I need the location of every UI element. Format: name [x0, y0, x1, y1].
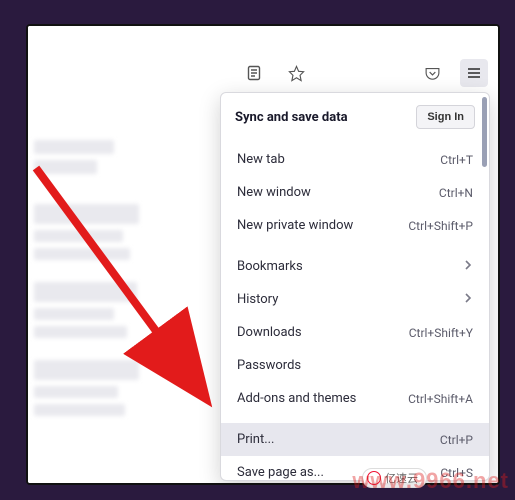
browser-toolbar — [28, 56, 498, 90]
menu-item-shortcut: Ctrl+N — [439, 186, 473, 200]
menu-item-label: Save page as... — [237, 465, 324, 480]
menu-item-addons[interactable]: Add-ons and themes Ctrl+Shift+A — [221, 382, 489, 415]
menu-item-label: History — [237, 292, 278, 307]
menu-item-passwords[interactable]: Passwords — [221, 349, 489, 382]
menu-item-shortcut: Ctrl+T — [440, 153, 473, 167]
menu-item-new-private-window[interactable]: New private window Ctrl+Shift+P — [221, 209, 489, 242]
hamburger-menu-icon[interactable] — [460, 59, 488, 87]
application-menu: Sync and save data Sign In New tab Ctrl+… — [220, 92, 490, 481]
star-icon[interactable] — [282, 59, 310, 87]
chevron-right-icon — [463, 292, 473, 307]
menu-item-label: Passwords — [237, 358, 301, 373]
menu-item-shortcut: Ctrl+Shift+Y — [409, 326, 473, 340]
menu-item-label: New tab — [237, 152, 285, 167]
menu-item-shortcut: Ctrl+Shift+P — [408, 219, 473, 233]
browser-window: Sync and save data Sign In New tab Ctrl+… — [26, 24, 500, 485]
pocket-icon[interactable] — [418, 59, 446, 87]
menu-item-shortcut: Ctrl+P — [440, 433, 473, 447]
menu-item-print[interactable]: Print... Ctrl+P — [221, 423, 489, 456]
menu-item-shortcut: Ctrl+Shift+A — [408, 392, 473, 406]
menu-item-label: New private window — [237, 218, 353, 233]
chevron-right-icon — [463, 259, 473, 274]
menu-item-new-tab[interactable]: New tab Ctrl+T — [221, 143, 489, 176]
sign-in-button[interactable]: Sign In — [416, 105, 475, 129]
menu-item-new-window[interactable]: New window Ctrl+N — [221, 176, 489, 209]
menu-item-label: Downloads — [237, 325, 302, 340]
menu-item-history[interactable]: History — [221, 283, 489, 316]
menu-item-downloads[interactable]: Downloads Ctrl+Shift+Y — [221, 316, 489, 349]
menu-item-bookmarks[interactable]: Bookmarks — [221, 250, 489, 283]
menu-item-label: Add-ons and themes — [237, 391, 356, 406]
watermark-text: www.9966.net — [352, 468, 509, 494]
menu-item-label: New window — [237, 185, 311, 200]
menu-scrollbar[interactable] — [482, 97, 487, 167]
blurred-page-content — [28, 126, 148, 483]
menu-item-label: Bookmarks — [237, 259, 303, 274]
reader-icon[interactable] — [240, 59, 268, 87]
menu-header-title: Sync and save data — [235, 110, 348, 125]
menu-header: Sync and save data Sign In — [221, 93, 489, 139]
menu-item-label: Print... — [237, 432, 274, 447]
